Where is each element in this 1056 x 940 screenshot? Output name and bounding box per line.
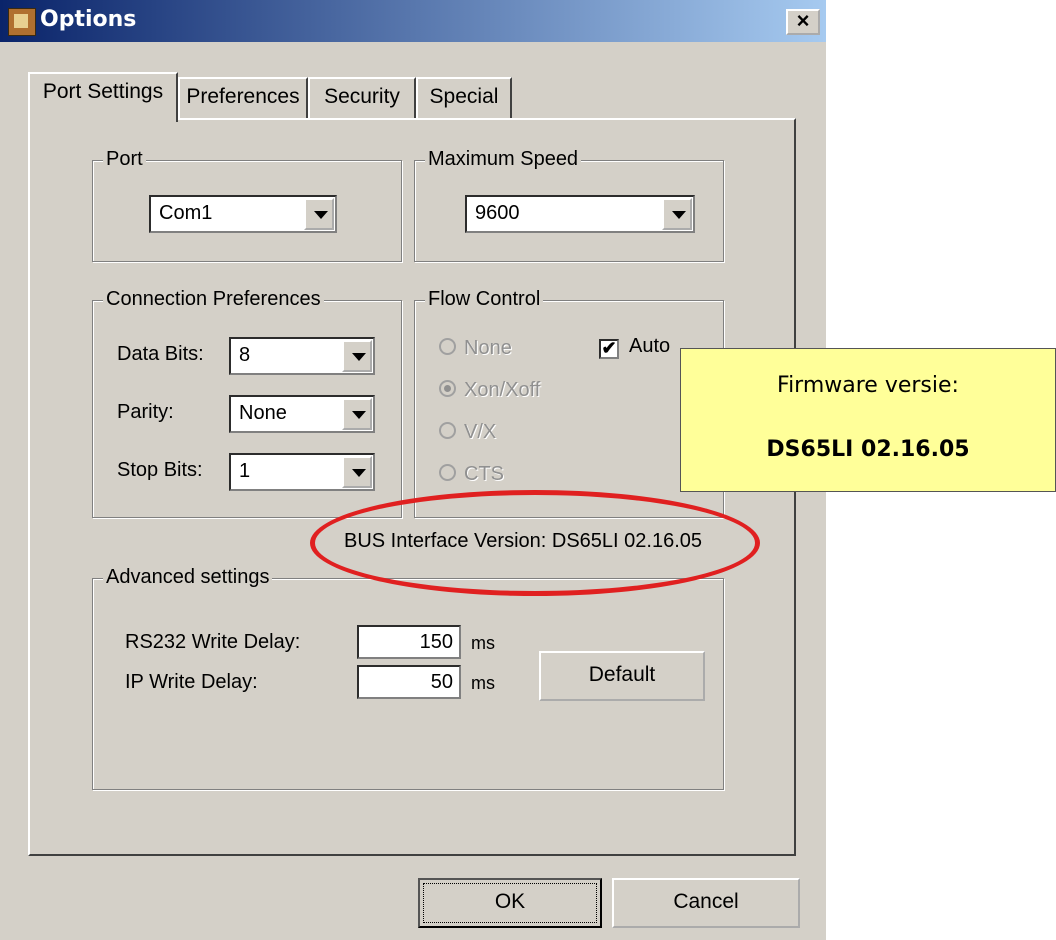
chevron-down-icon[interactable] — [304, 198, 334, 230]
port-group-label: Port — [103, 148, 146, 171]
ip-write-delay-input[interactable]: 50 — [357, 665, 461, 699]
port-group: Port Com1 — [92, 148, 402, 262]
stop-bits-select[interactable]: 1 — [229, 453, 375, 491]
max-speed-select[interactable]: 9600 — [465, 195, 695, 233]
chevron-down-icon[interactable] — [342, 456, 372, 488]
rs232-unit: ms — [471, 633, 495, 653]
flow-xon-xoff-label: Xon/Xoff — [464, 379, 541, 401]
chevron-down-icon[interactable] — [342, 398, 372, 430]
auto-checkbox[interactable]: ✔ — [599, 339, 619, 359]
rs232-write-delay-label: RS232 Write Delay: — [125, 631, 301, 653]
auto-label: Auto — [629, 335, 671, 357]
flow-cts-label: CTS — [464, 463, 504, 485]
stop-bits-label: Stop Bits: — [117, 459, 203, 481]
flow-vx-radio: V/X — [439, 421, 496, 444]
firmware-note: Firmware versie: DS65LI 02.16.05 — [680, 348, 1056, 492]
radio-selected-icon — [439, 380, 456, 397]
parity-value: None — [239, 402, 287, 424]
data-bits-label: Data Bits: — [117, 343, 204, 365]
tab-special[interactable]: Special — [416, 77, 512, 119]
connection-preferences-label: Connection Preferences — [103, 288, 324, 311]
port-select[interactable]: Com1 — [149, 195, 337, 233]
flow-cts-radio: CTS — [439, 463, 504, 486]
chevron-down-icon[interactable] — [662, 198, 692, 230]
data-bits-select[interactable]: 8 — [229, 337, 375, 375]
tab-preferences[interactable]: Preferences — [178, 77, 308, 119]
flow-none-radio: None — [439, 337, 512, 360]
firmware-note-version: DS65LI 02.16.05 — [766, 437, 970, 462]
parity-label: Parity: — [117, 401, 174, 423]
highlight-oval — [310, 490, 760, 596]
advanced-settings-label: Advanced settings — [103, 566, 273, 589]
default-button[interactable]: Default — [539, 651, 705, 701]
connection-preferences-group: Connection Preferences Data Bits: 8 Pari… — [92, 288, 402, 518]
ip-unit: ms — [471, 673, 495, 693]
close-button[interactable]: × — [786, 9, 820, 35]
flow-control-group: Flow Control None Xon/Xoff V/X CTS ✔ Aut… — [414, 288, 724, 518]
flow-vx-label: V/X — [464, 421, 497, 443]
stop-bits-value: 1 — [239, 460, 251, 482]
rs232-write-delay-input[interactable]: 150 — [357, 625, 461, 659]
tab-security[interactable]: Security — [308, 77, 416, 119]
title-bar: Options × — [0, 0, 826, 42]
flow-control-label: Flow Control — [425, 288, 544, 311]
ok-button[interactable]: OK — [418, 878, 602, 928]
window-title: Options — [40, 7, 137, 32]
max-speed-group-label: Maximum Speed — [425, 148, 582, 171]
max-speed-select-value: 9600 — [475, 202, 520, 224]
flow-none-label: None — [464, 337, 512, 359]
max-speed-group: Maximum Speed 9600 — [414, 148, 724, 262]
ip-write-delay-label: IP Write Delay: — [125, 671, 258, 693]
app-icon — [8, 8, 36, 36]
radio-icon — [439, 422, 456, 439]
tab-port-settings[interactable]: Port Settings — [28, 72, 178, 122]
port-select-value: Com1 — [159, 202, 213, 224]
parity-select[interactable]: None — [229, 395, 375, 433]
chevron-down-icon[interactable] — [342, 340, 372, 372]
flow-xon-xoff-radio: Xon/Xoff — [439, 379, 540, 402]
firmware-note-title: Firmware versie: — [777, 373, 959, 398]
cancel-button[interactable]: Cancel — [612, 878, 800, 928]
data-bits-value: 8 — [239, 344, 251, 366]
radio-icon — [439, 338, 456, 355]
radio-icon — [439, 464, 456, 481]
advanced-settings-group: Advanced settings RS232 Write Delay: 150… — [92, 566, 724, 790]
